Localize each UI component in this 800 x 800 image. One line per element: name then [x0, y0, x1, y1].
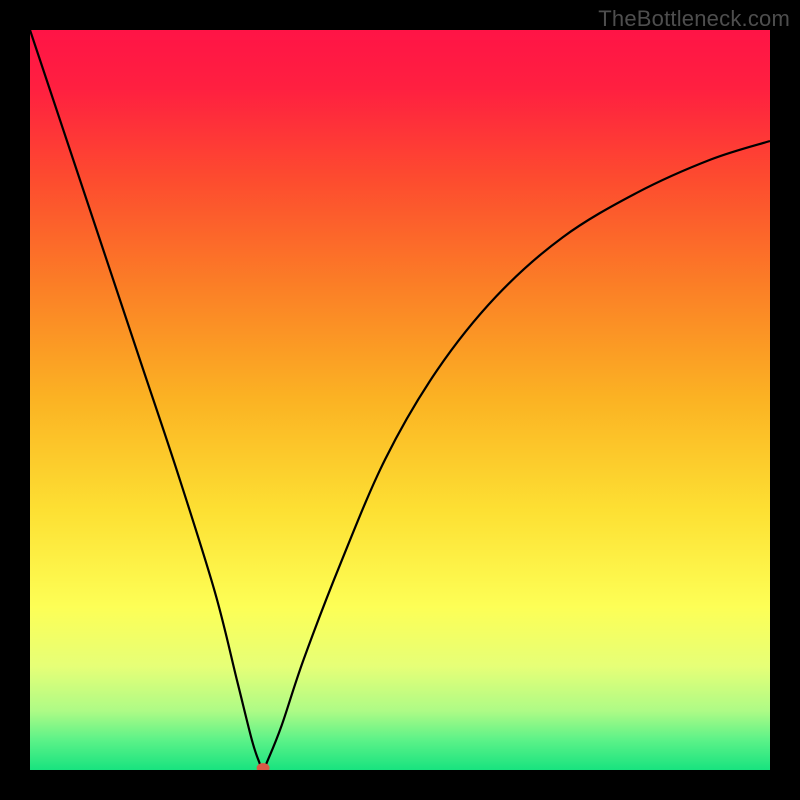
chart-svg: [30, 30, 770, 770]
gradient-background: [30, 30, 770, 770]
chart-frame: TheBottleneck.com: [0, 0, 800, 800]
plot-area: [30, 30, 770, 770]
watermark-text: TheBottleneck.com: [598, 6, 790, 32]
